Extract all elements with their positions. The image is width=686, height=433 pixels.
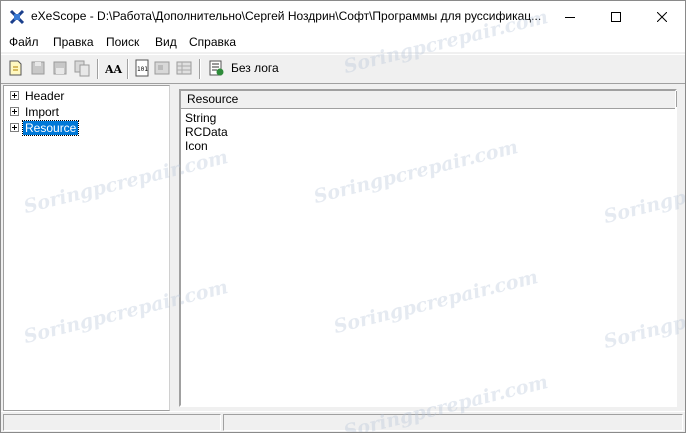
status-panel-left bbox=[3, 414, 221, 431]
resource-list[interactable]: Resource String RCData Icon bbox=[179, 89, 677, 407]
expand-icon[interactable] bbox=[10, 91, 19, 100]
toolbar-separator bbox=[127, 59, 129, 79]
copy-icon[interactable] bbox=[73, 59, 91, 77]
resource-tree[interactable]: Header Import Resource bbox=[3, 85, 170, 411]
menu-help[interactable]: Справка bbox=[189, 35, 236, 49]
column-header-resource[interactable]: Resource bbox=[181, 91, 677, 107]
title-bar[interactable]: eXeScope - D:\Работа\Дополнительно\Серге… bbox=[1, 1, 685, 32]
maximize-button[interactable] bbox=[593, 1, 639, 32]
list-header: Resource bbox=[181, 91, 677, 109]
menu-file[interactable]: Файл bbox=[9, 35, 39, 49]
list-item[interactable]: RCData bbox=[185, 125, 228, 139]
open-file-icon[interactable] bbox=[7, 59, 25, 77]
toolbar-separator bbox=[199, 59, 201, 79]
table-view-icon[interactable] bbox=[175, 59, 193, 77]
menu-search[interactable]: Поиск bbox=[106, 35, 139, 49]
status-bar bbox=[1, 411, 685, 432]
binary-view-icon[interactable]: 101 bbox=[133, 59, 151, 77]
toolbar-separator bbox=[97, 59, 99, 79]
svg-text:101: 101 bbox=[137, 66, 148, 73]
detail-pane: Resource String RCData Icon bbox=[177, 85, 683, 409]
tree-item-label[interactable]: Resource bbox=[21, 119, 80, 136]
expand-icon[interactable] bbox=[10, 107, 19, 116]
toolbar: AA 101 Без лога bbox=[1, 54, 685, 84]
tree-item-label[interactable]: Header bbox=[23, 89, 66, 103]
minimize-button[interactable] bbox=[547, 1, 593, 32]
save-icon[interactable] bbox=[29, 59, 47, 77]
menu-view[interactable]: Вид bbox=[155, 35, 177, 49]
expand-icon[interactable] bbox=[10, 123, 19, 132]
log-icon[interactable] bbox=[207, 59, 225, 77]
tree-item-import[interactable]: Import bbox=[10, 104, 61, 119]
list-item[interactable]: Icon bbox=[185, 139, 208, 153]
tree-item-header[interactable]: Header bbox=[10, 88, 66, 103]
tree-item-label[interactable]: Import bbox=[23, 105, 61, 119]
close-button[interactable] bbox=[639, 1, 685, 32]
tree-item-resource[interactable]: Resource bbox=[10, 119, 80, 136]
dialog-view-icon[interactable] bbox=[153, 59, 171, 77]
status-panel-right bbox=[223, 414, 683, 431]
log-label[interactable]: Без лога bbox=[231, 61, 279, 75]
svg-text:AA: AA bbox=[105, 63, 123, 76]
pane-splitter[interactable] bbox=[170, 85, 175, 409]
window-title: eXeScope - D:\Работа\Дополнительно\Серге… bbox=[31, 9, 542, 23]
menu-edit[interactable]: Правка bbox=[53, 35, 94, 49]
font-icon[interactable]: AA bbox=[104, 59, 123, 77]
app-window: eXeScope - D:\Работа\Дополнительно\Серге… bbox=[0, 0, 686, 433]
save-as-icon[interactable] bbox=[51, 59, 69, 77]
menu-bar: Файл Правка Поиск Вид Справка bbox=[1, 32, 685, 52]
exescope-app-icon bbox=[9, 9, 25, 25]
list-item[interactable]: String bbox=[185, 111, 216, 125]
